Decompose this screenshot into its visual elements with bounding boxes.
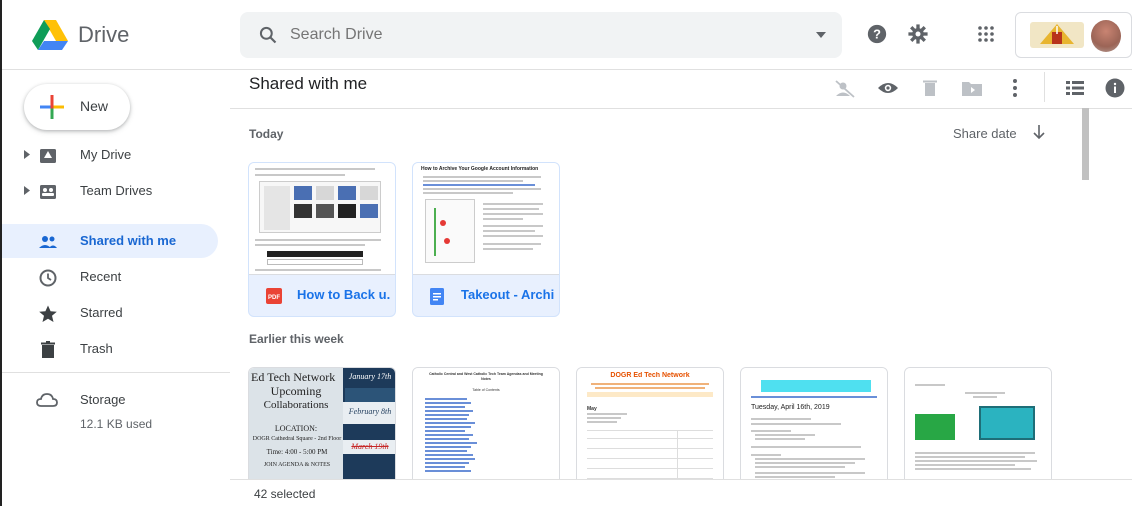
move-to-folder-icon[interactable]: [962, 80, 982, 96]
app-name: Drive: [78, 22, 130, 47]
file-thumbnail: [249, 163, 395, 275]
storage-label[interactable]: Storage: [80, 392, 126, 407]
google-doc-icon: [430, 288, 444, 305]
team-drives-icon: [40, 185, 56, 199]
expand-arrow-icon[interactable]: [24, 186, 30, 195]
file-card[interactable]: How to Archive Your Google Account Infor…: [412, 162, 560, 317]
clock-icon: [39, 269, 57, 287]
new-button[interactable]: New: [24, 84, 130, 130]
thumbnail-text: JOIN AGENDA & NOTES: [263, 462, 331, 468]
page-title: Shared with me: [249, 74, 368, 93]
toolbar-separator: [1044, 72, 1045, 102]
thumbnail-text: March 19th: [351, 442, 389, 451]
remove-person-icon[interactable]: [834, 80, 856, 98]
arrow-down-icon[interactable]: [1032, 124, 1046, 140]
list-view-icon[interactable]: [1066, 81, 1084, 95]
people-icon: [39, 236, 57, 248]
svg-text:?: ?: [873, 27, 881, 42]
sidebar-item-label: Trash: [80, 341, 113, 356]
thumbnail-title: How to Archive Your Google Account Infor…: [421, 166, 539, 172]
info-icon[interactable]: [1105, 78, 1125, 98]
sort-label[interactable]: Share date: [953, 126, 1017, 141]
toolbar-divider: [230, 108, 1132, 109]
sidebar-item-recent[interactable]: Recent: [2, 260, 218, 294]
search-options-icon[interactable]: [816, 32, 826, 38]
thumbnail-text: May: [587, 406, 597, 412]
file-card-footer: PDF How to Back u...: [249, 275, 395, 316]
my-drive-icon: [40, 149, 56, 163]
account-switcher[interactable]: [1015, 12, 1132, 58]
selection-status-bar: 42 selected: [230, 479, 1132, 506]
thumbnail-title: DOGR Ed Tech Network: [610, 372, 690, 379]
thumbnail-title: Catholic Central and West Catholic Tech …: [429, 372, 543, 381]
sidebar-item-label: My Drive: [80, 147, 132, 162]
drive-logo-icon: [32, 20, 68, 50]
thumbnail-text: January 17th: [348, 372, 392, 381]
thumbnail-text: LOCATION:: [274, 424, 318, 433]
thumbnail-text: DOGR Cathedral Square - 2nd Floor: [252, 436, 342, 442]
file-name: Takeout - Archi...: [461, 287, 555, 302]
selection-count: 42 selected: [254, 487, 316, 501]
organization-logo: [1030, 22, 1084, 48]
thumbnail-text: Upcoming: [270, 384, 322, 398]
sidebar-item-starred[interactable]: Starred: [2, 296, 218, 330]
sidebar-item-team-drives[interactable]: Team Drives: [2, 174, 218, 208]
sidebar-item-shared-with-me[interactable]: Shared with me: [2, 224, 218, 258]
section-label-today: Today: [249, 127, 284, 141]
thumbnail-text: February 8th: [348, 407, 392, 416]
file-thumbnail: How to Archive Your Google Account Infor…: [413, 163, 559, 275]
pdf-type-label: PDF: [268, 295, 280, 301]
file-card-footer: Takeout - Archi...: [413, 275, 559, 316]
more-actions-icon[interactable]: [1012, 78, 1018, 98]
thumbnail-text: Tuesday, April 16th, 2019: [751, 404, 830, 411]
scrollbar-thumb[interactable]: [1082, 108, 1089, 180]
search-icon[interactable]: [258, 25, 278, 45]
trash-icon[interactable]: [923, 79, 937, 97]
settings-gear-icon[interactable]: [908, 24, 928, 44]
preview-eye-icon[interactable]: [877, 80, 899, 96]
pdf-file-icon: PDF: [266, 288, 282, 304]
file-name: How to Back u...: [297, 287, 391, 302]
thumbnail-text: Time: 4:00 - 5:00 PM: [266, 448, 328, 456]
sidebar-item-label: Recent: [80, 269, 122, 284]
star-icon: [39, 305, 57, 322]
plus-icon: [40, 95, 64, 119]
file-card[interactable]: PDF How to Back u...: [248, 162, 396, 317]
section-label-earlier-this-week: Earlier this week: [249, 332, 344, 346]
expand-arrow-icon[interactable]: [24, 150, 30, 159]
sidebar-divider: [2, 372, 230, 373]
storage-used-text: 12.1 KB used: [80, 417, 153, 431]
search-bar[interactable]: [240, 12, 842, 58]
sidebar-item-label: Team Drives: [80, 183, 153, 198]
cloud-icon: [36, 393, 58, 407]
sidebar-item-label: Starred: [80, 305, 123, 320]
avatar[interactable]: [1091, 20, 1121, 52]
thumbnail-text: Collaborations: [263, 399, 329, 411]
thumbnail-text: Table of Contents: [472, 388, 500, 392]
sidebar-item-trash[interactable]: Trash: [2, 332, 218, 366]
help-icon[interactable]: ?: [866, 23, 888, 45]
drive-logo[interactable]: Drive: [32, 20, 129, 50]
apps-grid-icon[interactable]: [977, 25, 995, 43]
sidebar-item-my-drive[interactable]: My Drive: [2, 138, 218, 172]
new-button-label: New: [80, 98, 109, 114]
trash-icon: [41, 341, 55, 358]
search-input[interactable]: [290, 22, 770, 48]
top-bar: Drive ?: [2, 0, 1132, 70]
sidebar-item-label: Shared with me: [80, 233, 177, 248]
drive-window: Drive ?: [0, 0, 1132, 506]
thumbnail-title: Ed Tech Network: [251, 370, 336, 384]
